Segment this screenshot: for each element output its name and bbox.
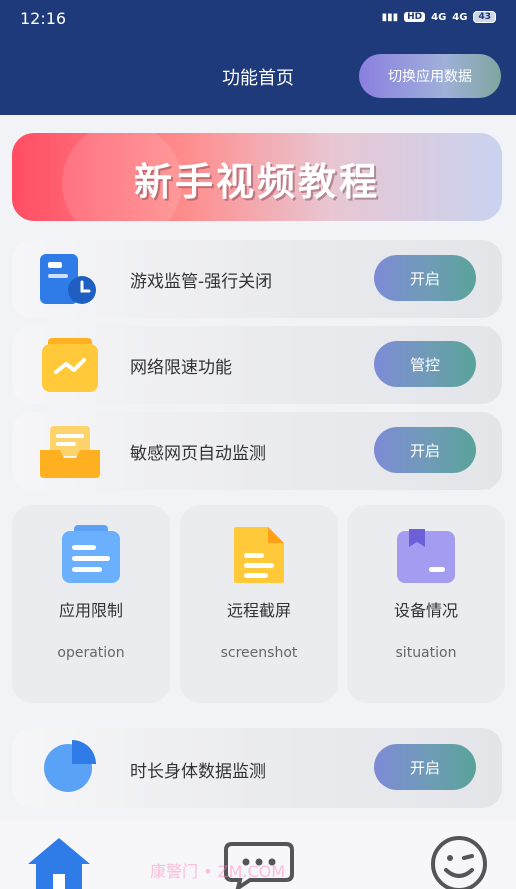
enable-button[interactable]: 开启 <box>374 744 476 790</box>
feature-label: 时长身体数据监测 <box>130 762 266 782</box>
status-icons: ▮▮▮ HD 4G 4G 43 <box>382 11 496 23</box>
signal-4g-1: 4G <box>431 11 447 23</box>
smile-icon[interactable] <box>424 834 494 889</box>
app-header: 功能首页 切换应用数据 <box>0 40 516 115</box>
app-limit-icon <box>62 525 120 583</box>
feature-label: 网络限速功能 <box>130 358 232 378</box>
pie-chart-icon <box>44 740 96 792</box>
status-time: 12:16 <box>20 9 67 28</box>
feature-row-network: 网络限速功能 管控 <box>12 326 502 404</box>
enable-button[interactable]: 开启 <box>374 427 476 473</box>
card-device[interactable]: 设备情况 situation <box>347 505 505 703</box>
battery-icon: 43 <box>473 11 496 23</box>
card-screenshot[interactable]: 远程截屏 screenshot <box>180 505 338 703</box>
feature-label: 游戏监管-强行关闭 <box>130 272 273 292</box>
card-title: 应用限制 <box>58 601 123 620</box>
home-icon[interactable] <box>24 834 94 889</box>
bottom-tab-bar: 康警门 • ZM.COM <box>0 820 516 889</box>
feature-label: 敏感网页自动监测 <box>130 444 266 464</box>
feature-row-game: 游戏监管-强行关闭 开启 <box>12 240 502 318</box>
enable-button[interactable]: 开启 <box>374 255 476 301</box>
switch-app-data-button[interactable]: 切换应用数据 <box>359 54 501 98</box>
card-subtitle: operation <box>57 645 125 661</box>
card-subtitle: screenshot <box>220 645 298 661</box>
box-icon <box>397 529 455 583</box>
control-button[interactable]: 管控 <box>374 341 476 387</box>
tutorial-banner[interactable]: 新手视频教程 <box>12 133 502 221</box>
document-icon <box>234 527 284 583</box>
banner-text: 新手视频教程 <box>133 160 380 204</box>
signal-4g-2: 4G <box>452 11 468 23</box>
card-subtitle: situation <box>395 645 457 661</box>
network-chart-icon <box>42 338 98 392</box>
mail-tray-icon <box>40 426 100 478</box>
card-title: 设备情况 <box>393 601 458 620</box>
phone-clock-icon <box>40 254 96 304</box>
feature-row-web: 敏感网页自动监测 开启 <box>12 412 502 490</box>
signal-bars-icon: ▮▮▮ <box>381 11 399 23</box>
card-title: 远程截屏 <box>226 601 291 620</box>
hd-badge: HD <box>404 12 426 22</box>
feature-row-body: 时长身体数据监测 开启 <box>12 728 502 808</box>
watermark: 康警门 • ZM.COM <box>150 862 286 881</box>
card-app-limit[interactable]: 应用限制 operation <box>12 505 170 703</box>
status-bar: 12:16 ▮▮▮ HD 4G 4G 43 <box>0 0 516 40</box>
